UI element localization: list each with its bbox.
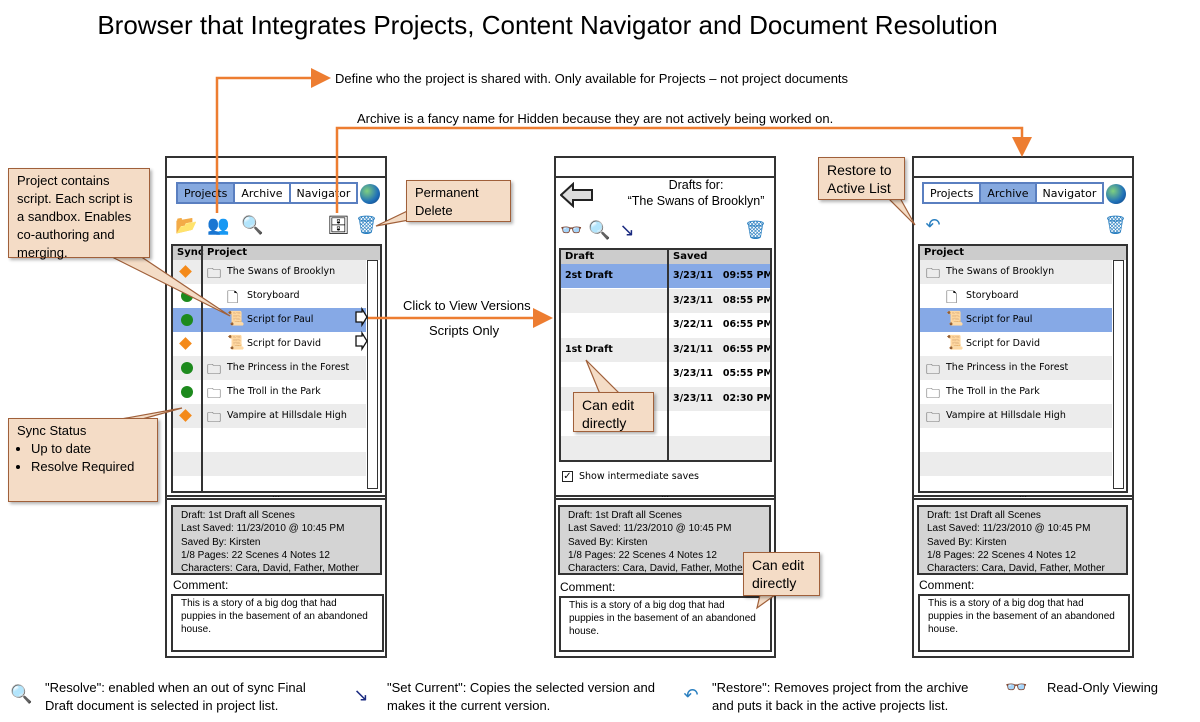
callout-can-edit-comment: Can edit directly xyxy=(743,552,820,596)
callout-pointer xyxy=(756,594,777,610)
callout-pointer xyxy=(886,197,916,226)
callout-pointer xyxy=(109,255,231,317)
version-arrow-icon xyxy=(355,330,368,352)
legend-read-only: Read-Only Viewing xyxy=(1047,680,1159,695)
legend-restore: "Restore": Removes project from the arch… xyxy=(712,680,969,713)
callout-pointer xyxy=(585,359,622,395)
callout-restore: Restore to Active List xyxy=(818,157,905,200)
sync-item: Up to date xyxy=(31,440,149,458)
set-current-icon: ↘ xyxy=(353,685,369,705)
connector-overlay xyxy=(109,68,1032,610)
legend-resolve: "Resolve": enabled when an out of sync F… xyxy=(45,680,306,713)
sync-item: Resolve Required xyxy=(31,458,149,476)
legend-set-current: "Set Current": Copies the selected versi… xyxy=(387,680,655,713)
share-arrow xyxy=(215,68,331,213)
callout-can-edit: Can edit directly xyxy=(573,392,654,432)
sync-status-title: Sync Status xyxy=(17,423,87,438)
restore-icon: ↶ xyxy=(683,685,699,705)
resolve-icon: 🔍 xyxy=(10,684,33,704)
glasses-icon: 👓 xyxy=(1005,677,1028,697)
callout-sync-status: Sync Status Up to dateResolve Required xyxy=(8,418,158,502)
callout-permanent-delete: Permanent Delete xyxy=(406,180,511,222)
callout-project-script: Project contains script. Each script is … xyxy=(8,168,150,260)
version-arrow-icon xyxy=(355,306,368,328)
